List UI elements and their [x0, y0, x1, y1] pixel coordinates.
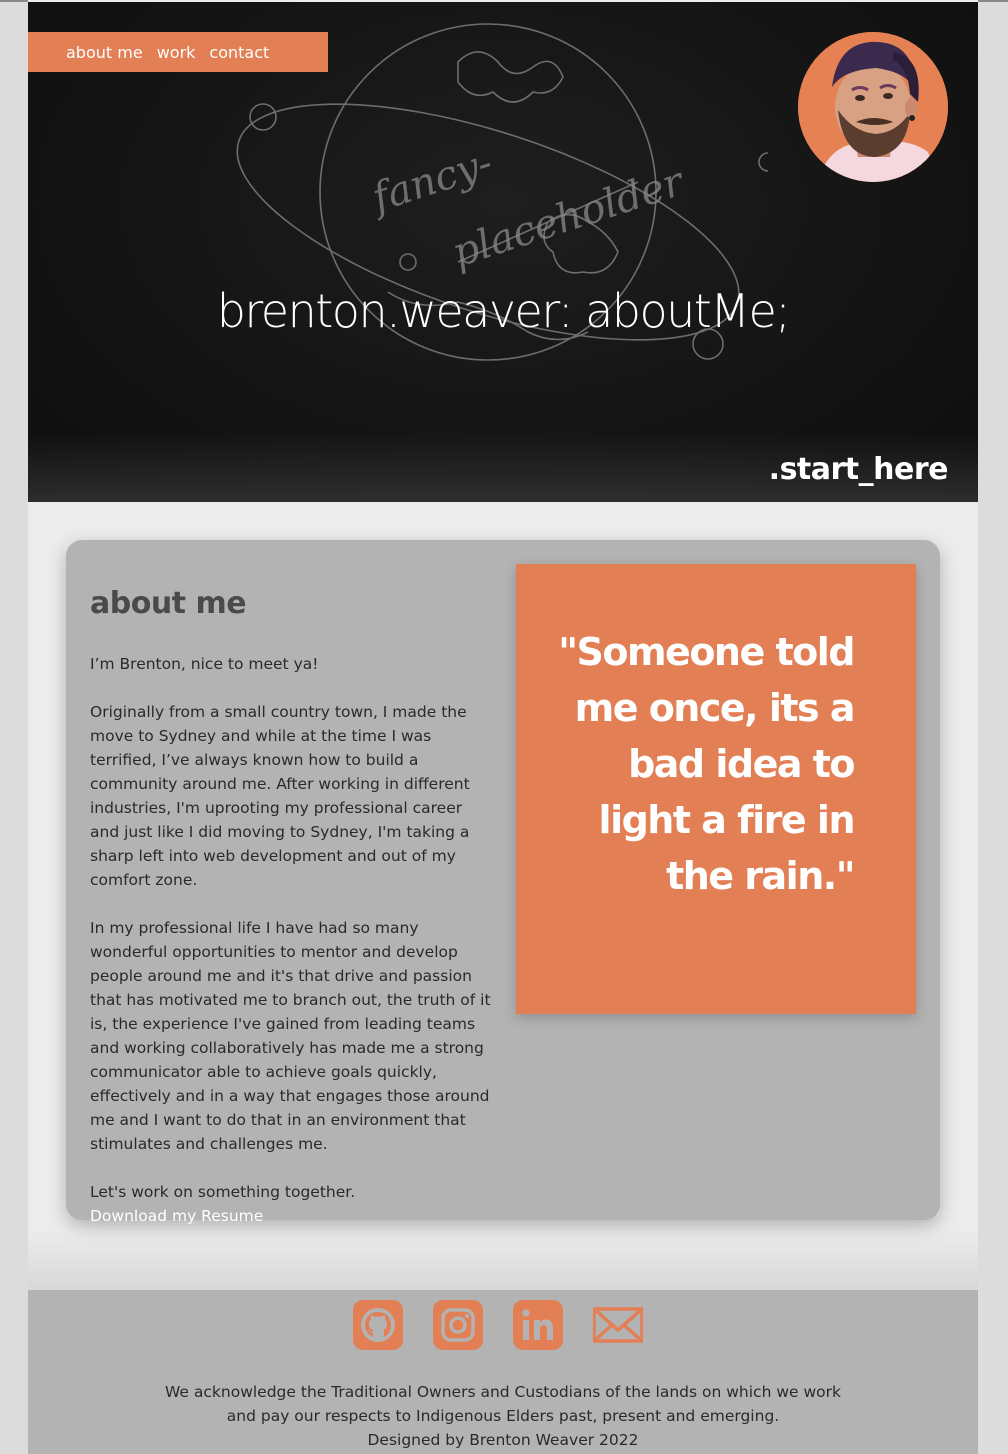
linkedin-icon[interactable]	[513, 1300, 563, 1350]
about-paragraph-greeting: I’m Brenton, nice to meet ya!	[90, 655, 319, 673]
nav-contact[interactable]: contact	[209, 43, 269, 62]
mail-icon[interactable]	[592, 1300, 644, 1350]
about-paragraph-cta: Let's work on something together.	[90, 1183, 356, 1201]
credit-line: Designed by Brenton Weaver 2022	[367, 1431, 639, 1449]
footer-shadow	[28, 1230, 978, 1290]
page: fancy- placeholder about me work contact	[28, 0, 978, 1454]
instagram-icon[interactable]	[433, 1300, 483, 1350]
about-paragraph-professional: In my professional life I have had so ma…	[90, 919, 491, 1153]
footer: We acknowledge the Traditional Owners an…	[28, 1290, 978, 1454]
social-links	[28, 1300, 978, 1350]
hero-title: brenton.weaver: aboutMe;	[216, 284, 791, 338]
hero-section: fancy- placeholder about me work contact	[28, 2, 978, 502]
quote-text: "Someone told me once, its a bad idea to…	[558, 630, 855, 898]
main-nav: about me work contact	[28, 32, 328, 72]
about-paragraph-background: Originally from a small country town, I …	[90, 703, 470, 889]
acknowledgement: We acknowledge the Traditional Owners an…	[28, 1380, 978, 1452]
start-here-link[interactable]: .start_here	[769, 452, 949, 487]
art-text-fancy: fancy-	[364, 140, 498, 223]
about-heading: about me	[90, 586, 247, 621]
acknowledgement-line-2: and pay our respects to Indigenous Elder…	[226, 1407, 780, 1425]
github-icon[interactable]	[353, 1300, 403, 1350]
about-text: I’m Brenton, nice to meet ya! Originally…	[90, 652, 494, 1228]
quote-box: "Someone told me once, its a bad idea to…	[516, 564, 916, 1014]
avatar-portrait-illustration	[798, 32, 948, 182]
avatar	[798, 32, 948, 182]
nav-about-me[interactable]: about me	[66, 43, 143, 62]
download-resume-link[interactable]: Download my Resume	[90, 1204, 494, 1228]
about-card: about me I’m Brenton, nice to meet ya! O…	[66, 540, 940, 1225]
acknowledgement-line-1: We acknowledge the Traditional Owners an…	[165, 1383, 841, 1401]
nav-work[interactable]: work	[157, 43, 196, 62]
